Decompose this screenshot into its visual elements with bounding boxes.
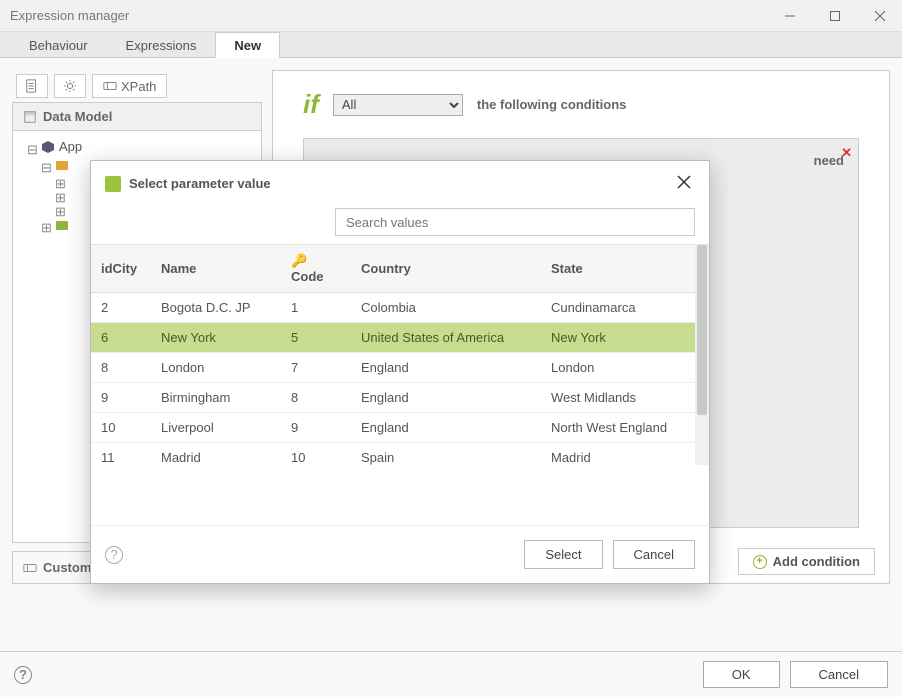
modal-cube-icon [105, 176, 121, 192]
table-cell: North West England [541, 413, 709, 443]
dropzone-hint: need [814, 153, 844, 168]
if-keyword: if [303, 89, 319, 120]
search-input[interactable] [335, 208, 695, 236]
table-cell: England [351, 383, 541, 413]
plus-icon: + [753, 555, 767, 569]
table-scrollbar[interactable] [695, 245, 709, 465]
table-cell: England [351, 413, 541, 443]
table-cell: West Midlands [541, 383, 709, 413]
select-parameter-modal: Select parameter value idCity Name 🔑 Cod… [90, 160, 710, 584]
window-title: Expression manager [10, 8, 129, 23]
main-tabbar: Behaviour Expressions New [0, 32, 902, 58]
help-icon[interactable]: ? [14, 666, 32, 684]
modal-select-button[interactable]: Select [524, 540, 602, 569]
parameter-values-table: idCity Name 🔑 Code Country State 2Bogota… [91, 245, 709, 465]
table-row[interactable]: 10Liverpool9EnglandNorth West England [91, 413, 709, 443]
data-model-header: Data Model [12, 103, 262, 131]
table-cell: Madrid [151, 443, 281, 466]
col-code[interactable]: 🔑 Code [281, 245, 351, 293]
tab-expressions[interactable]: Expressions [107, 32, 216, 58]
table-row[interactable]: 9Birmingham8EnglandWest Midlands [91, 383, 709, 413]
table-cell: 10 [91, 413, 151, 443]
table-row[interactable]: 11Madrid10SpainMadrid [91, 443, 709, 466]
table-cell: England [351, 353, 541, 383]
table-cell: Colombia [351, 293, 541, 323]
table-cell: Cundinamarca [541, 293, 709, 323]
table-cell: 9 [281, 413, 351, 443]
add-condition-button[interactable]: + Add condition [738, 548, 875, 575]
window-titlebar: Expression manager [0, 0, 902, 32]
close-button[interactable] [857, 0, 902, 32]
table-cell: 1 [281, 293, 351, 323]
table-cell: 6 [91, 323, 151, 353]
table-cell: Bogota D.C. JP [151, 293, 281, 323]
toolbox-gear-icon[interactable] [54, 74, 86, 98]
cancel-button[interactable]: Cancel [790, 661, 888, 688]
expander-icon[interactable]: ⊞ [55, 204, 65, 214]
toolbox-sheet-icon[interactable] [16, 74, 48, 98]
table-cell: Madrid [541, 443, 709, 466]
table-cell: London [151, 353, 281, 383]
col-country[interactable]: Country [351, 245, 541, 293]
expander-icon[interactable]: ⊞ [41, 220, 51, 230]
col-name[interactable]: Name [151, 245, 281, 293]
tab-behaviour[interactable]: Behaviour [10, 32, 107, 58]
scope-select[interactable]: All [333, 94, 463, 116]
table-cell: 10 [281, 443, 351, 466]
col-state[interactable]: State [541, 245, 709, 293]
expander-icon[interactable]: ⊞ [55, 176, 65, 186]
table-row[interactable]: 8London7EnglandLondon [91, 353, 709, 383]
tree-node-label: App [59, 139, 82, 154]
table-cell: United States of America [351, 323, 541, 353]
maximize-button[interactable] [812, 0, 857, 32]
key-icon: 🔑 [291, 253, 307, 268]
modal-title: Select parameter value [129, 176, 271, 191]
data-model-title: Data Model [43, 109, 112, 124]
modal-close-icon[interactable] [673, 171, 695, 196]
tab-new[interactable]: New [215, 32, 280, 58]
table-cell: New York [541, 323, 709, 353]
table-cell: 2 [91, 293, 151, 323]
expander-icon[interactable]: ⊟ [27, 142, 37, 152]
table-cell: 11 [91, 443, 151, 466]
add-condition-label: Add condition [773, 554, 860, 569]
modal-cancel-button[interactable]: Cancel [613, 540, 695, 569]
table-cell: Liverpool [151, 413, 281, 443]
minimize-button[interactable] [767, 0, 812, 32]
table-cell: 5 [281, 323, 351, 353]
table-cell: 7 [281, 353, 351, 383]
table-cell: 8 [91, 353, 151, 383]
table-row[interactable]: 2Bogota D.C. JP1ColombiaCundinamarca [91, 293, 709, 323]
left-toolbox: XPath [12, 70, 262, 103]
ok-button[interactable]: OK [703, 661, 780, 688]
table-cell: London [541, 353, 709, 383]
table-row[interactable]: 6New York5United States of AmericaNew Yo… [91, 323, 709, 353]
tree-node-app[interactable]: ⊟ App [17, 137, 257, 156]
table-cell: Birmingham [151, 383, 281, 413]
modal-help-icon[interactable]: ? [105, 546, 123, 564]
expander-icon[interactable]: ⊟ [41, 160, 51, 170]
scrollbar-thumb[interactable] [697, 245, 707, 415]
bottom-bar: ? OK Cancel [0, 651, 902, 697]
table-cell: 9 [91, 383, 151, 413]
table-cell: Spain [351, 443, 541, 466]
col-idcity[interactable]: idCity [91, 245, 151, 293]
table-cell: New York [151, 323, 281, 353]
toolbox-xpath-label: XPath [121, 79, 156, 94]
toolbox-xpath-button[interactable]: XPath [92, 74, 167, 98]
following-conditions-label: the following conditions [477, 97, 626, 112]
expander-icon[interactable]: ⊞ [55, 190, 65, 200]
remove-condition-icon[interactable]: ✕ [841, 145, 852, 161]
table-cell: 8 [281, 383, 351, 413]
